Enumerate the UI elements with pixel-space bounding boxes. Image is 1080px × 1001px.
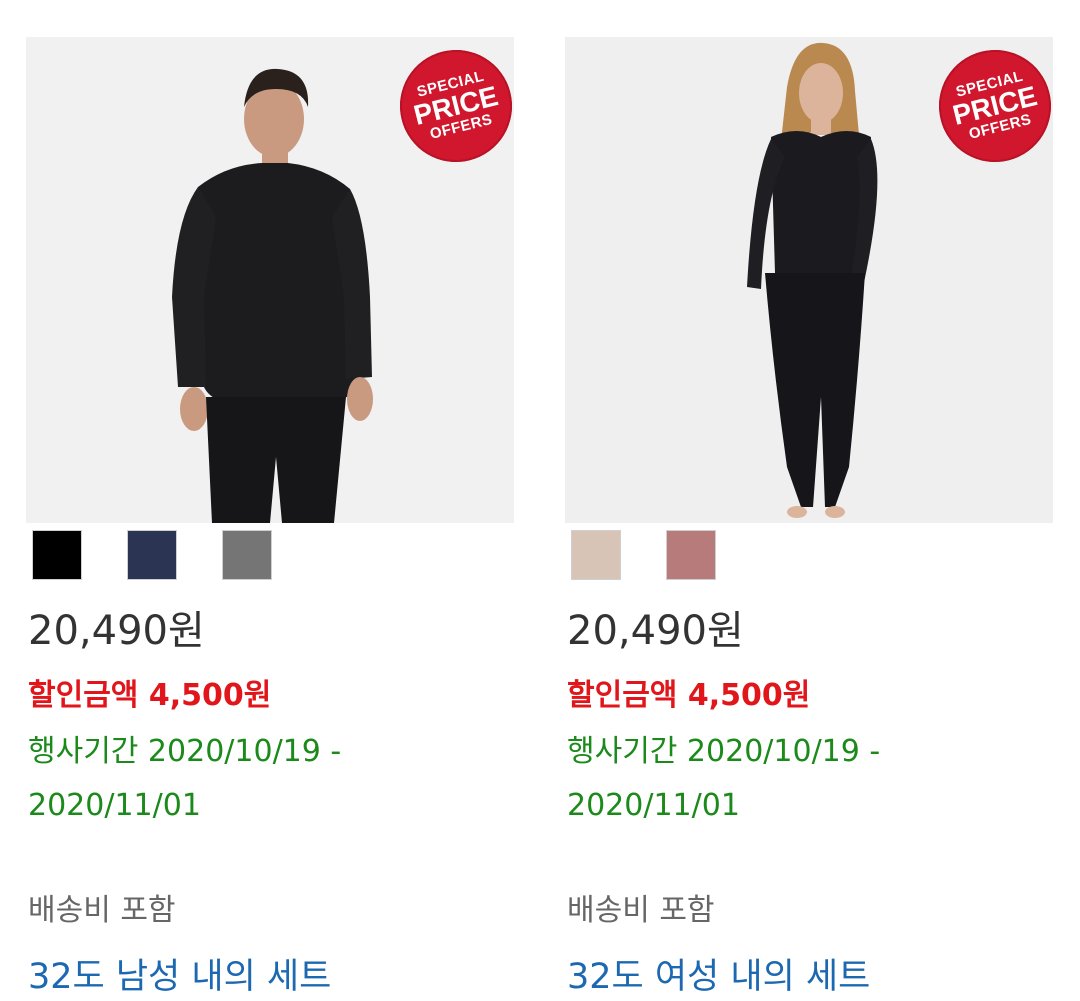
product-price: 20,490원 [28,608,205,654]
promotion-period: 행사기간 2020/10/19 - 2020/11/01 [28,734,342,823]
swatch-rose[interactable] [666,530,716,580]
discount-info: 할인금액 4,500원 [567,670,810,714]
discount-amount: 4,500원 [687,678,811,713]
discount-label: 할인금액 [28,678,139,713]
discount-amount: 4,500원 [148,678,272,713]
swatch-gray[interactable] [222,530,272,580]
promotion-period: 행사기간 2020/10/19 - 2020/11/01 [567,734,881,823]
swatch-black[interactable] [32,530,82,580]
discount-info: 할인금액 4,500원 [28,670,271,714]
swatch-beige[interactable] [571,530,621,580]
product-image[interactable]: SPECIAL PRICE OFFERS [565,37,1053,523]
swatch-navy[interactable] [127,530,177,580]
shipping-info: 배송비 포함 [567,893,715,928]
product-title-link[interactable]: 32도 남성 내의 세트 [28,948,331,999]
product-card-women[interactable]: SPECIAL PRICE OFFERS 20,490원 할인금액 4,500원… [565,0,1055,1001]
product-card-men[interactable]: SPECIAL PRICE OFFERS 20,490원 할인금액 4,500원… [26,0,516,1001]
discount-label: 할인금액 [567,678,678,713]
shipping-info: 배송비 포함 [28,893,176,928]
product-title-link[interactable]: 32도 여성 내의 세트 [567,948,870,999]
product-image[interactable]: SPECIAL PRICE OFFERS [26,37,514,523]
product-price: 20,490원 [567,608,744,654]
